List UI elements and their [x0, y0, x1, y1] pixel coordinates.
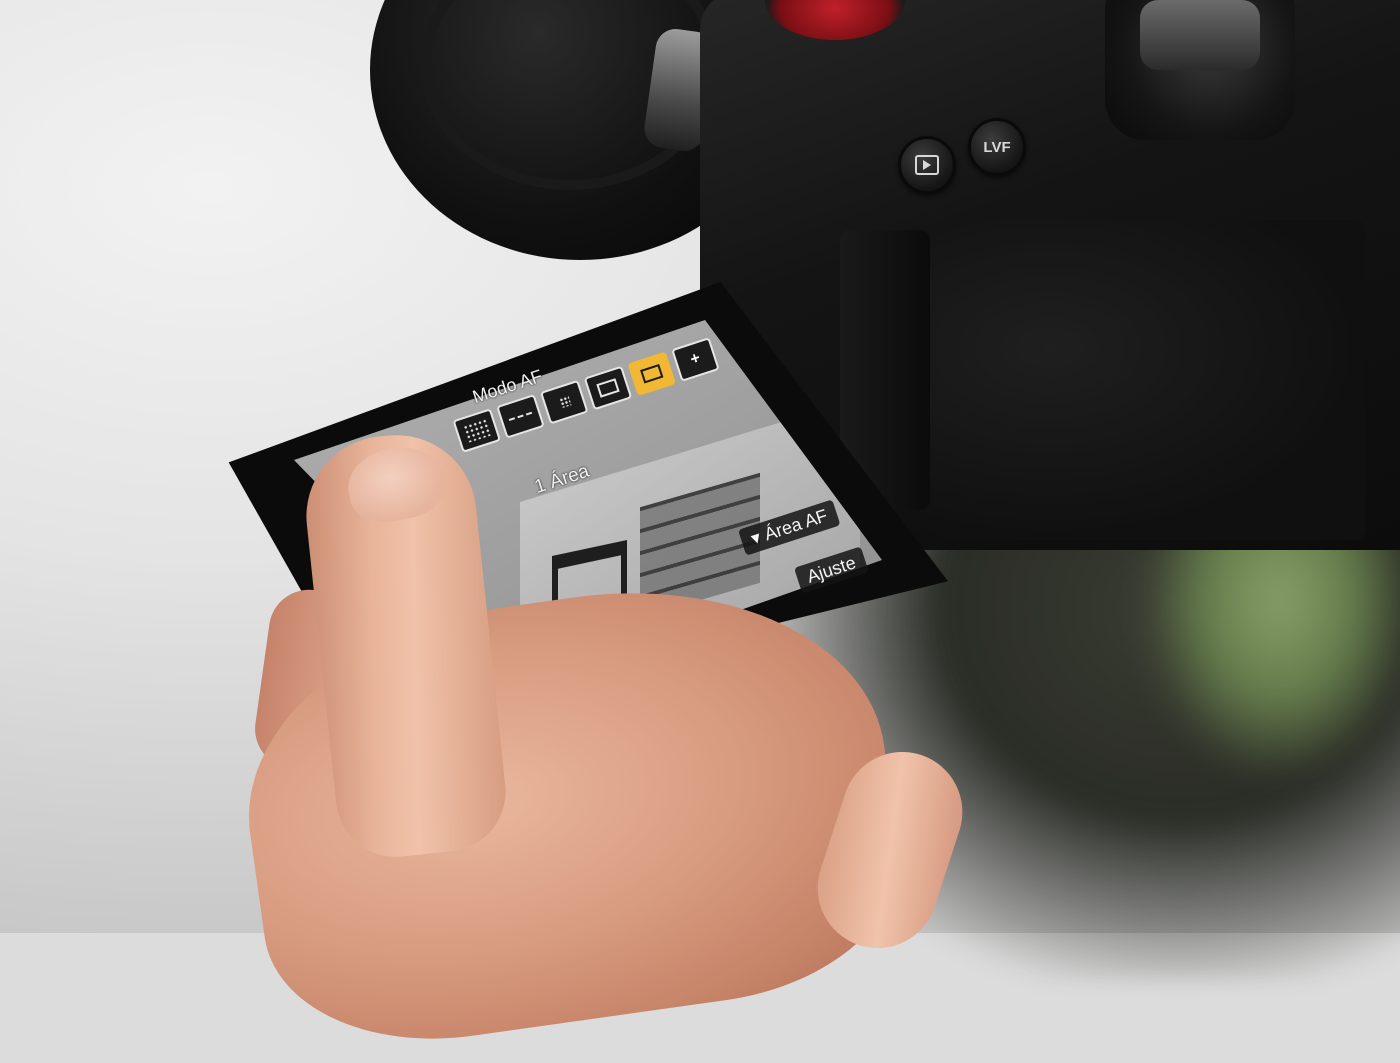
af-zone-icon[interactable] [539, 379, 589, 425]
photo-scene: LVF Modo AF + 1 Área ▾ Área AF Ajuste [0, 0, 1400, 1063]
lvf-button[interactable]: LVF [968, 118, 1026, 176]
af-1-area-icon[interactable] [627, 351, 677, 397]
playback-button[interactable] [898, 136, 956, 194]
camera-grip [915, 220, 1365, 540]
playback-icon [915, 155, 939, 175]
viewfinder-eyepiece [1140, 0, 1260, 70]
af-1-area-plus-icon[interactable]: + [671, 337, 720, 382]
lvf-label: LVF [983, 138, 1011, 156]
af-zone-square-icon[interactable] [583, 365, 633, 411]
af-tracking-icon[interactable] [496, 394, 545, 439]
